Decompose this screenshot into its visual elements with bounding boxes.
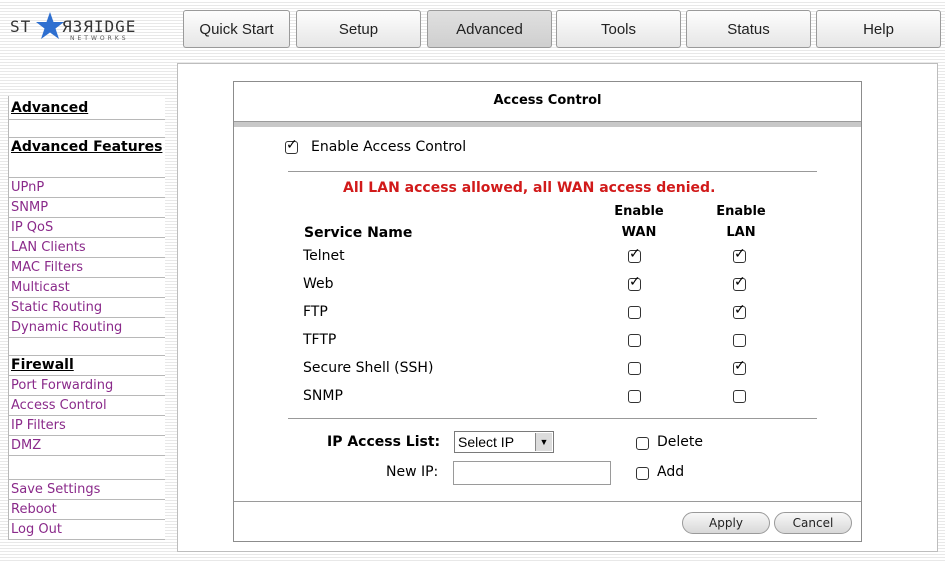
add-checkbox[interactable] xyxy=(636,467,649,480)
tftp-wan-checkbox[interactable] xyxy=(628,334,641,347)
add-label: Add xyxy=(657,464,685,480)
apply-button-label: Apply xyxy=(709,516,743,530)
sidebar-item-access-control[interactable]: Access Control xyxy=(8,396,165,416)
ip-select-value: Select IP xyxy=(458,434,515,450)
web-wan-checkbox[interactable] xyxy=(628,274,641,291)
tab-label: Quick Start xyxy=(199,20,274,38)
sidebar-title[interactable]: Advanced xyxy=(8,96,165,120)
ip-access-list-select[interactable]: Select IP ▼ xyxy=(454,431,554,453)
panel-title: Access Control xyxy=(493,93,602,108)
sidebar-spacer xyxy=(8,120,165,138)
tab-help[interactable]: Help xyxy=(816,10,941,48)
tab-quick-start[interactable]: Quick Start xyxy=(183,10,290,48)
service-name-tftp: TFTP xyxy=(303,332,337,348)
starbridge-logo: ST ЯЗЯIDGE NETWORKS xyxy=(10,12,170,46)
title-divider xyxy=(234,121,861,127)
sidebar-item-ip-filters[interactable]: IP Filters xyxy=(8,416,165,436)
sidebar-item-ip-qos[interactable]: IP QoS xyxy=(8,218,165,238)
tab-label: Status xyxy=(727,20,770,38)
service-name-ssh: Secure Shell (SSH) xyxy=(303,360,434,376)
button-bar-divider xyxy=(234,501,861,502)
sidebar-item-log-out[interactable]: Log Out xyxy=(8,520,165,540)
ftp-lan-checkbox[interactable] xyxy=(733,302,746,319)
sidebar-heading-advanced-features[interactable]: Advanced Features xyxy=(8,138,165,178)
sidebar-item-lan-clients[interactable]: LAN Clients xyxy=(8,238,165,258)
ssh-lan-checkbox[interactable] xyxy=(733,358,746,375)
sidebar-item-dmz[interactable]: DMZ xyxy=(8,436,165,456)
tftp-lan-checkbox[interactable] xyxy=(733,334,746,347)
sidebar-item-upnp[interactable]: UPnP xyxy=(8,178,165,198)
telnet-lan-checkbox[interactable] xyxy=(733,246,746,263)
sidebar-item-mac-filters[interactable]: MAC Filters xyxy=(8,258,165,278)
new-ip-field[interactable] xyxy=(453,461,611,485)
sidebar: Advanced Advanced Features UPnP SNMP IP … xyxy=(8,96,165,540)
service-name-web: Web xyxy=(303,276,334,292)
tab-label: Setup xyxy=(338,20,379,38)
sidebar-item-dynamic-routing[interactable]: Dynamic Routing xyxy=(8,318,165,338)
col-enable-wan-line1: Enable xyxy=(614,204,664,219)
web-lan-checkbox[interactable] xyxy=(733,274,746,291)
cancel-button[interactable]: Cancel xyxy=(774,512,852,534)
snmp-lan-checkbox[interactable] xyxy=(733,390,746,403)
col-enable-lan-line2: LAN xyxy=(726,225,756,240)
tab-tools[interactable]: Tools xyxy=(556,10,681,48)
dropdown-arrow-icon[interactable]: ▼ xyxy=(535,433,552,451)
star-icon xyxy=(36,12,64,39)
service-name-telnet: Telnet xyxy=(303,248,345,264)
tab-label: Tools xyxy=(600,20,637,38)
new-ip-label: New IP: xyxy=(386,464,439,480)
tab-advanced[interactable]: Advanced xyxy=(427,10,552,48)
access-status-message: All LAN access allowed, all WAN access d… xyxy=(343,180,716,196)
sidebar-item-multicast[interactable]: Multicast xyxy=(8,278,165,298)
delete-checkbox[interactable] xyxy=(636,437,649,450)
cancel-button-label: Cancel xyxy=(792,516,834,530)
snmp-wan-checkbox[interactable] xyxy=(628,390,641,403)
divider xyxy=(288,171,817,172)
tab-label: Help xyxy=(863,20,894,38)
col-service-name: Service Name xyxy=(304,225,413,241)
sidebar-spacer xyxy=(8,456,165,480)
ssh-wan-checkbox[interactable] xyxy=(628,362,641,375)
ftp-wan-checkbox[interactable] xyxy=(628,306,641,319)
service-name-ftp: FTP xyxy=(303,304,328,320)
logo-text-left: ST xyxy=(10,17,32,36)
col-enable-wan-line2: WAN xyxy=(621,225,657,240)
sidebar-spacer xyxy=(8,338,165,356)
enable-access-control-label: Enable Access Control xyxy=(311,139,467,155)
tab-label: Advanced xyxy=(456,20,523,38)
sidebar-item-save-settings[interactable]: Save Settings xyxy=(8,480,165,500)
sidebar-item-snmp[interactable]: SNMP xyxy=(8,198,165,218)
logo-subtext: NETWORKS xyxy=(70,35,129,42)
divider xyxy=(288,418,817,419)
enable-access-control-checkbox[interactable] xyxy=(285,137,298,154)
sidebar-item-reboot[interactable]: Reboot xyxy=(8,500,165,520)
logo-text-right: ЯЗЯIDGE xyxy=(62,17,137,36)
tab-setup[interactable]: Setup xyxy=(296,10,421,48)
col-enable-lan-line1: Enable xyxy=(716,204,766,219)
telnet-wan-checkbox[interactable] xyxy=(628,246,641,263)
service-name-snmp: SNMP xyxy=(303,388,343,404)
sidebar-heading-firewall[interactable]: Firewall xyxy=(8,356,165,376)
sidebar-item-port-forwarding[interactable]: Port Forwarding xyxy=(8,376,165,396)
ip-access-list-label: IP Access List: xyxy=(327,434,441,450)
sidebar-item-static-routing[interactable]: Static Routing xyxy=(8,298,165,318)
tab-status[interactable]: Status xyxy=(686,10,811,48)
delete-label: Delete xyxy=(657,434,703,450)
apply-button[interactable]: Apply xyxy=(682,512,770,534)
